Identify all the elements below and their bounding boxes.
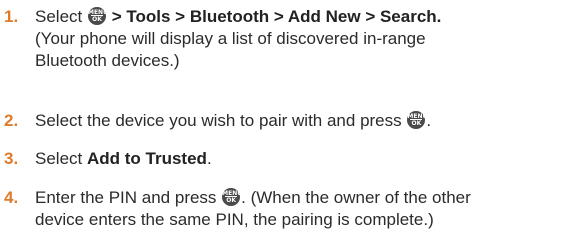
instruction-steps: 1. Select MENU OK > Tools > Bluetooth > A… [0, 0, 582, 241]
step-body: Select the device you wish to pair with … [35, 110, 431, 132]
menu-ok-key-icon: MENU OK [407, 111, 428, 129]
menu-ok-key-icon: MENU OK [222, 188, 243, 206]
step-text: . [436, 7, 442, 26]
step-line: Select MENU OK > Tools > Bluetooth > Add … [35, 6, 441, 28]
step-text: Select [35, 149, 87, 168]
step-number: 2. [4, 111, 19, 130]
step-text: Enter the PIN and press [35, 188, 222, 207]
step-line: Select the device you wish to pair with … [35, 110, 431, 132]
menu-path: > Tools > Bluetooth > Add New > Search [111, 7, 437, 26]
step-body: Select MENU OK > Tools > Bluetooth > Add … [35, 6, 441, 72]
step-number: 4. [4, 188, 19, 207]
step-body: Select Add to Trusted. [35, 148, 212, 170]
step-line: Enter the PIN and press MENU OK. (When th… [35, 187, 471, 209]
step-number: 1. [4, 7, 19, 26]
step-body: Enter the PIN and press MENU OK. (When th… [35, 187, 471, 231]
step-text: . [206, 149, 212, 168]
menu-ok-key-icon: MENU OK [87, 7, 108, 25]
step-text: Select the device you wish to pair with … [35, 111, 407, 130]
step-line: Select Add to Trusted. [35, 148, 212, 170]
step-line: (Your phone will display a list of disco… [35, 29, 426, 48]
step-line: device enters the same PIN, the pairing … [35, 210, 434, 229]
step-number: 3. [4, 149, 19, 168]
step-text: Select [35, 7, 87, 26]
step-line: Bluetooth devices.) [35, 51, 180, 70]
menu-option: Add to Trusted [86, 149, 207, 168]
step-text: . [426, 111, 432, 130]
step-text: . (When the owner of the other [241, 188, 471, 207]
